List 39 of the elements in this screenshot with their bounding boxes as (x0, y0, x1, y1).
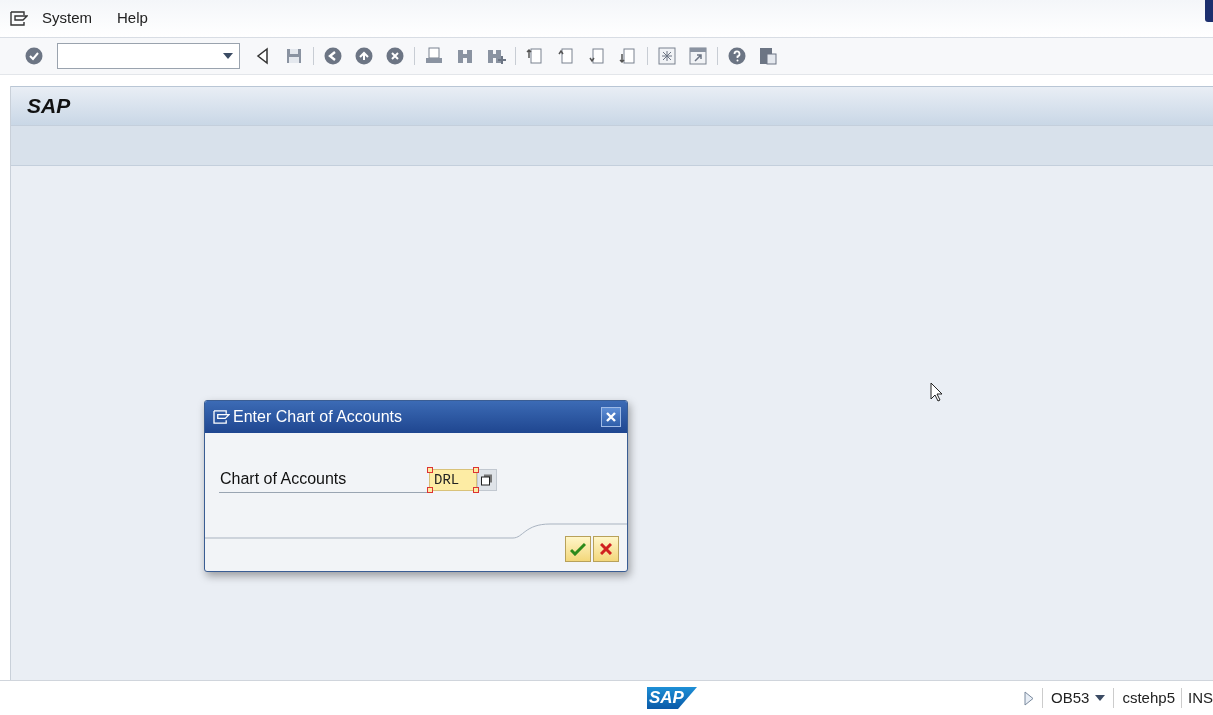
dropdown-icon (223, 53, 233, 59)
dialog-title: Enter Chart of Accounts (233, 407, 402, 427)
layout-menu-icon[interactable] (758, 46, 778, 66)
confirm-button[interactable] (565, 536, 591, 562)
cancel-button[interactable] (593, 536, 619, 562)
menu-icon[interactable] (10, 10, 28, 27)
screen-title: SAP (27, 93, 71, 120)
menu-item[interactable]: System (42, 7, 92, 30)
last-page-icon[interactable] (618, 46, 638, 66)
expand-icon[interactable] (1024, 690, 1035, 706)
menu-item[interactable]: Help (117, 7, 148, 30)
value-help-button[interactable] (477, 469, 497, 491)
print-icon[interactable] (424, 46, 444, 66)
input-field[interactable]: DRL (429, 469, 477, 491)
transaction-code: OB53 (1051, 687, 1090, 708)
input-mode: INS (1188, 687, 1213, 708)
previous-page-icon[interactable] (556, 46, 576, 66)
cancel-icon[interactable] (385, 46, 405, 66)
check-icon[interactable] (24, 46, 44, 66)
dropdown-icon[interactable] (1095, 695, 1106, 701)
close-icon (605, 411, 617, 423)
sap-logo: SAP (647, 687, 697, 709)
right-edge-bar (1205, 0, 1213, 22)
mouse-cursor-icon (930, 382, 943, 402)
back-icon[interactable] (323, 46, 343, 66)
next-page-icon[interactable] (587, 46, 607, 66)
up-icon[interactable] (354, 46, 374, 66)
save-icon[interactable] (284, 46, 304, 66)
server-name: cstehp5 (1122, 687, 1175, 708)
shortcut-icon[interactable] (688, 46, 708, 66)
dialog-icon (213, 409, 230, 425)
first-page-icon[interactable] (525, 46, 545, 66)
new-window-icon[interactable] (657, 46, 677, 66)
checkmark-icon (570, 542, 586, 556)
close-button[interactable] (601, 407, 621, 427)
cross-icon (600, 543, 612, 555)
command-field[interactable] (57, 43, 240, 69)
copy-icon (481, 474, 493, 486)
help-icon[interactable] (727, 46, 747, 66)
